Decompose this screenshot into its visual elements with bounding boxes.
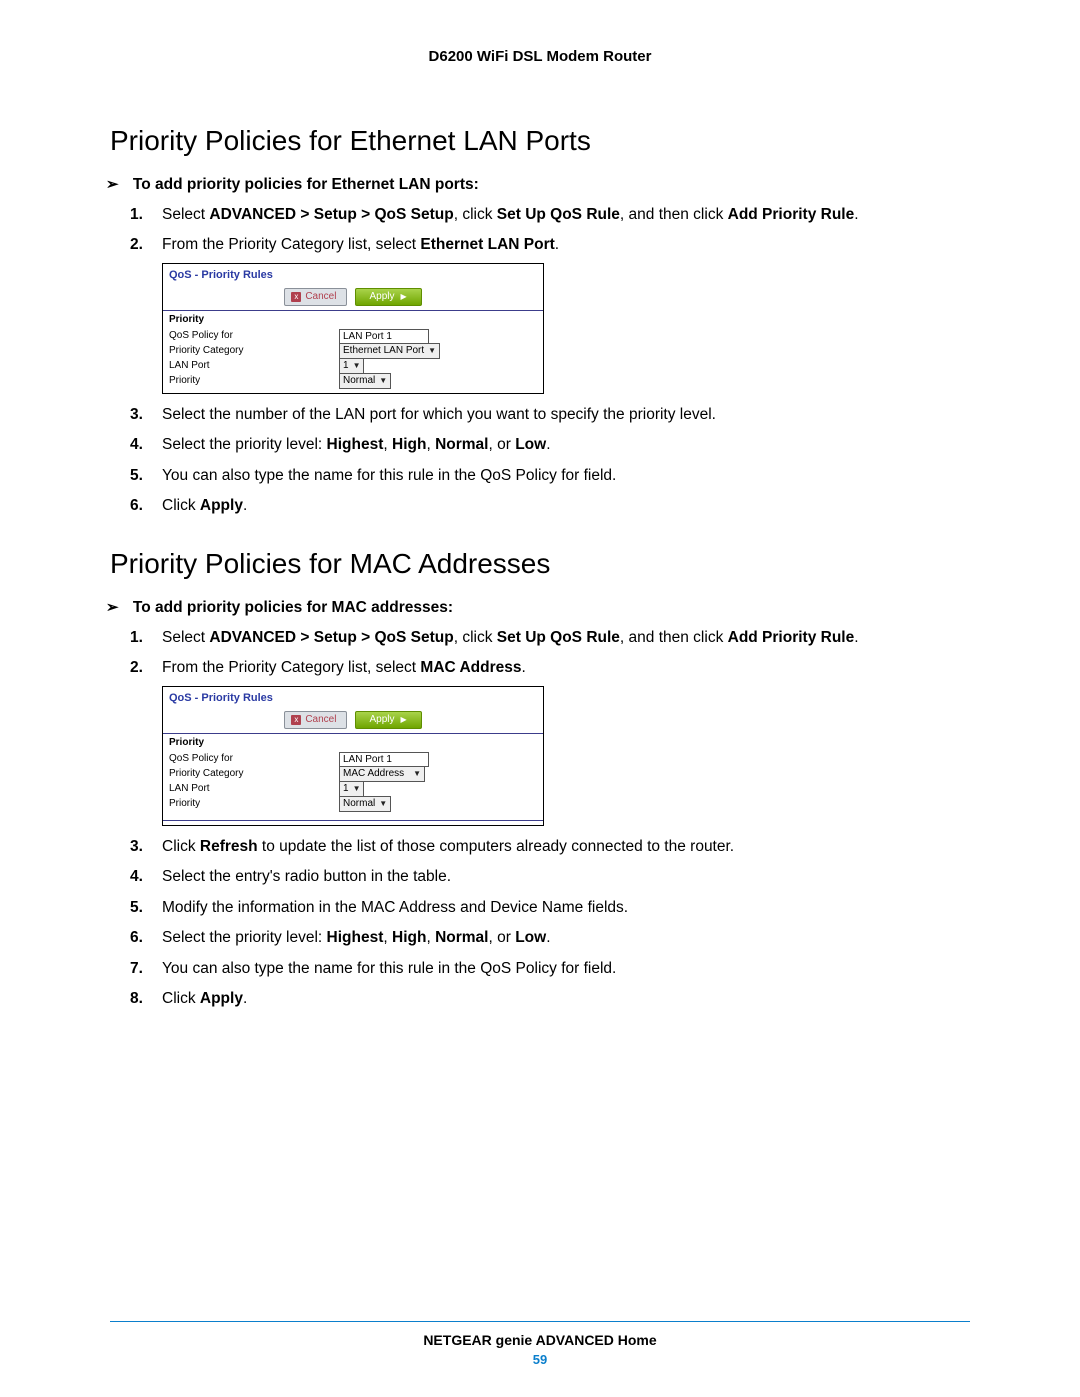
fig-label: Priority: [169, 374, 339, 389]
footer-text: NETGEAR genie ADVANCED Home: [110, 1332, 970, 1348]
arrow-icon: ➢: [106, 176, 119, 193]
section2-intro: ➢ To add priority policies for MAC addre…: [110, 598, 970, 617]
section2-heading: Priority Policies for MAC Addresses: [110, 548, 970, 580]
lan-port-select[interactable]: 1▼: [339, 358, 364, 374]
step-number: 3.: [130, 836, 143, 858]
close-icon: x: [291, 292, 301, 302]
step-number: 5.: [130, 465, 143, 487]
figure-title: QoS - Priority Rules: [163, 264, 543, 286]
apply-button[interactable]: Apply▶: [355, 711, 422, 730]
figure-subhead: Priority: [163, 733, 543, 752]
section2-steps: 1. Select ADVANCED > Setup > QoS Setup, …: [110, 627, 970, 1011]
figure-title: QoS - Priority Rules: [163, 687, 543, 709]
step-number: 7.: [130, 958, 143, 980]
priority-category-select[interactable]: Ethernet LAN Port▼: [339, 343, 440, 359]
section1-intro: ➢ To add priority policies for Ethernet …: [110, 175, 970, 194]
section1-intro-text: To add priority policies for Ethernet LA…: [133, 176, 479, 193]
cancel-button[interactable]: xCancel: [284, 711, 347, 730]
fig-label: QoS Policy for: [169, 752, 339, 767]
cancel-button[interactable]: xCancel: [284, 288, 347, 307]
step-number: 1.: [130, 204, 143, 226]
section1-steps: 1. Select ADVANCED > Setup > QoS Setup, …: [110, 204, 970, 518]
arrow-icon: ➢: [106, 599, 119, 616]
chevron-down-icon: ▼: [428, 345, 436, 357]
page-footer: NETGEAR genie ADVANCED Home 59: [110, 1321, 970, 1367]
fig-label: Priority Category: [169, 344, 339, 359]
page-number: 59: [110, 1352, 970, 1367]
qos-policy-input[interactable]: LAN Port 1: [339, 329, 429, 344]
fig-label: QoS Policy for: [169, 329, 339, 344]
chevron-down-icon: ▼: [413, 768, 421, 780]
step-number: 8.: [130, 988, 143, 1010]
step-number: 5.: [130, 897, 143, 919]
chevron-down-icon: ▼: [379, 798, 387, 810]
step-number: 4.: [130, 866, 143, 888]
chevron-right-icon: ▶: [401, 715, 407, 724]
chevron-down-icon: ▼: [379, 375, 387, 387]
step-number: 4.: [130, 434, 143, 456]
qos-policy-input[interactable]: LAN Port 1: [339, 752, 429, 767]
section1-heading: Priority Policies for Ethernet LAN Ports: [110, 125, 970, 157]
step-number: 3.: [130, 404, 143, 426]
figure-qos-mac: QoS - Priority Rules xCancel Apply▶ Prio…: [162, 686, 544, 826]
figure-qos-lan: QoS - Priority Rules xCancel Apply▶ Prio…: [162, 263, 544, 394]
step-number: 6.: [130, 495, 143, 517]
chevron-down-icon: ▼: [353, 360, 361, 372]
fig-label: LAN Port: [169, 782, 339, 797]
close-icon: x: [291, 715, 301, 725]
priority-select[interactable]: Normal▼: [339, 373, 391, 389]
fig-label: Priority Category: [169, 767, 339, 782]
priority-select[interactable]: Normal▼: [339, 796, 391, 812]
section2-intro-text: To add priority policies for MAC address…: [133, 599, 453, 616]
step-number: 2.: [130, 657, 143, 679]
chevron-right-icon: ▶: [401, 292, 407, 301]
figure-subhead: Priority: [163, 310, 543, 329]
step-number: 6.: [130, 927, 143, 949]
doc-header: D6200 WiFi DSL Modem Router: [110, 48, 970, 65]
apply-button[interactable]: Apply▶: [355, 288, 422, 307]
priority-category-select[interactable]: MAC Address▼: [339, 766, 425, 782]
fig-label: Priority: [169, 797, 339, 812]
fig-label: LAN Port: [169, 359, 339, 374]
step-number: 2.: [130, 234, 143, 256]
lan-port-select[interactable]: 1▼: [339, 781, 364, 797]
chevron-down-icon: ▼: [353, 783, 361, 795]
step-number: 1.: [130, 627, 143, 649]
